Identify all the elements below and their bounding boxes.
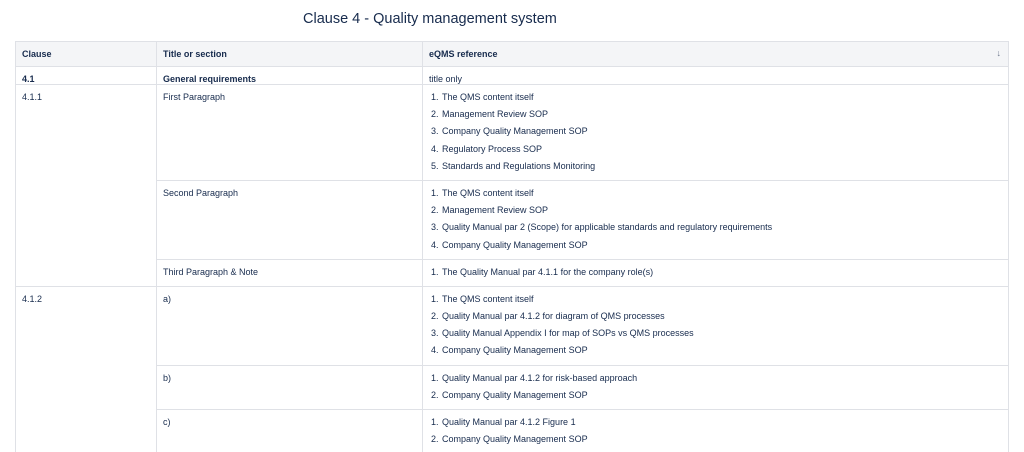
- list-item: Management Review SOP: [441, 106, 1002, 123]
- column-header-reference-label: eQMS reference: [429, 49, 498, 59]
- list-item: Company Quality Management SOP: [441, 342, 1002, 359]
- table-header-row: Clause Title or section eQMS reference ↓: [15, 41, 1009, 67]
- clause-cell: 4.1.1: [15, 84, 157, 287]
- table-row: Second Paragraph The QMS content itself …: [16, 179, 1009, 260]
- column-header-clause[interactable]: Clause: [15, 41, 157, 67]
- list-item: Standards and Regulations Monitoring: [441, 158, 1002, 175]
- list-item: Company Quality Management SOP: [441, 387, 1002, 404]
- clause-cell: 4.1: [15, 66, 157, 85]
- reference-list: The QMS content itself Management Review…: [429, 89, 1002, 175]
- table-row: 4.1.2 a) The QMS content itself Quality …: [15, 285, 1009, 452]
- page-title: Clause 4 - Quality management system: [303, 11, 557, 27]
- table-row: Third Paragraph & Note The Quality Manua…: [16, 258, 1009, 287]
- table-row: 4.1.1 First Paragraph The QMS content it…: [15, 84, 1009, 287]
- clause-table: Clause Title or section eQMS reference ↓…: [15, 41, 1009, 452]
- title-cell: c): [156, 408, 423, 452]
- reference-list: The QMS content itself Quality Manual pa…: [429, 291, 1002, 360]
- title-cell: a): [156, 285, 423, 366]
- list-item: Quality Manual Appendix I for map of SOP…: [441, 325, 1002, 342]
- clause-cell: 4.1.2: [15, 285, 157, 452]
- title-cell: First Paragraph: [156, 84, 423, 181]
- reference-list: The Quality Manual par 4.1.1 for the com…: [429, 264, 1002, 281]
- title-cell: b): [156, 364, 423, 411]
- sort-arrow-down-icon[interactable]: ↓: [997, 48, 1002, 58]
- reference-cell: The QMS content itself Management Review…: [422, 84, 1009, 181]
- column-header-reference[interactable]: eQMS reference ↓: [422, 41, 1009, 67]
- reference-list: Quality Manual par 4.1.2 Figure 1 Compan…: [429, 414, 1002, 448]
- list-item: The QMS content itself: [441, 185, 1002, 202]
- list-item: Management Review SOP: [441, 202, 1002, 219]
- reference-list: The QMS content itself Management Review…: [429, 185, 1002, 254]
- list-item: Quality Manual par 2 (Scope) for applica…: [441, 219, 1002, 236]
- list-item: The QMS content itself: [441, 291, 1002, 308]
- list-item: Quality Manual par 4.1.2 for diagram of …: [441, 308, 1002, 325]
- table-row: c) Quality Manual par 4.1.2 Figure 1 Com…: [16, 408, 1009, 452]
- reference-cell: The QMS content itself Quality Manual pa…: [422, 285, 1009, 366]
- reference-list: Quality Manual par 4.1.2 for risk-based …: [429, 370, 1002, 404]
- reference-cell: title only: [422, 66, 1009, 85]
- reference-cell: The QMS content itself Management Review…: [422, 179, 1009, 260]
- table-row: 4.1 General requirements title only: [15, 66, 1009, 85]
- list-item: Company Quality Management SOP: [441, 431, 1002, 448]
- title-cell: Second Paragraph: [156, 179, 423, 260]
- list-item: Quality Manual par 4.1.2 for risk-based …: [441, 370, 1002, 387]
- list-item: The Quality Manual par 4.1.1 for the com…: [441, 264, 1002, 281]
- list-item: Regulatory Process SOP: [441, 141, 1002, 158]
- clause-table-container: Clause Title or section eQMS reference ↓…: [15, 41, 1009, 452]
- title-cell: General requirements: [156, 66, 423, 85]
- list-item: Company Quality Management SOP: [441, 123, 1002, 140]
- list-item: The QMS content itself: [441, 89, 1002, 106]
- title-cell: Third Paragraph & Note: [156, 258, 423, 287]
- list-item: Quality Manual par 4.1.2 Figure 1: [441, 414, 1002, 431]
- list-item: Company Quality Management SOP: [441, 237, 1002, 254]
- table-row: b) Quality Manual par 4.1.2 for risk-bas…: [16, 364, 1009, 411]
- column-header-title[interactable]: Title or section: [156, 41, 423, 67]
- reference-cell: Quality Manual par 4.1.2 Figure 1 Compan…: [422, 408, 1009, 452]
- reference-cell: Quality Manual par 4.1.2 for risk-based …: [422, 364, 1009, 411]
- reference-cell: The Quality Manual par 4.1.1 for the com…: [422, 258, 1009, 287]
